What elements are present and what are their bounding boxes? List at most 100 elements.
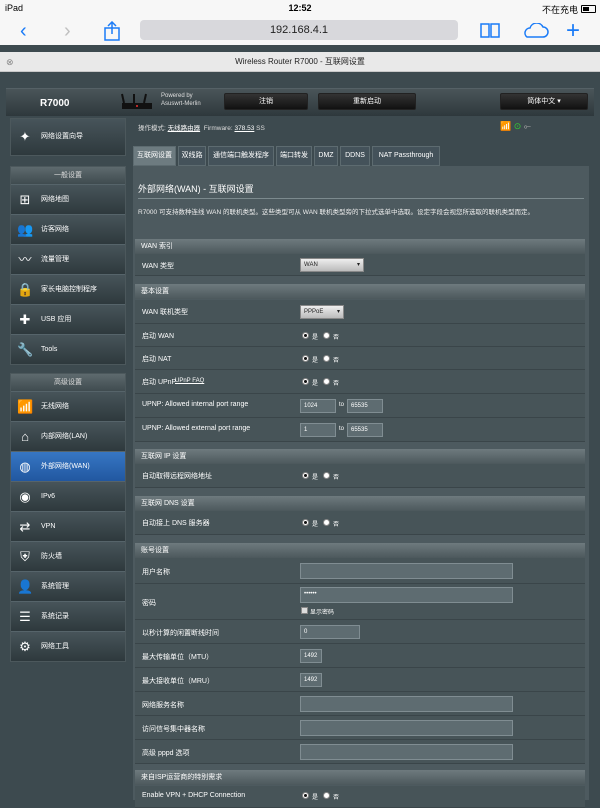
- idle-input[interactable]: 0: [300, 625, 360, 639]
- sidebar-item-tools[interactable]: 🔧 Tools: [11, 334, 125, 364]
- upnp-external-to-input[interactable]: 65535: [347, 423, 383, 437]
- logout-button[interactable]: 注销: [224, 93, 308, 110]
- puzzle-icon: ✚: [19, 312, 31, 327]
- enable-wan-row: 启动 WAN 是 否: [135, 324, 585, 347]
- sidebar-item-admin[interactable]: 👤 系统管理: [11, 571, 125, 601]
- shield-icon: ⛨: [20, 549, 30, 564]
- vpn-dhcp-yes-radio[interactable]: [302, 792, 309, 799]
- wifi-status-icon[interactable]: 📶: [500, 121, 511, 131]
- upnp-faq-link[interactable]: UPnP FAQ: [175, 378, 204, 384]
- wan-type-select[interactable]: WAN ▾: [300, 258, 364, 272]
- auto-dns-yes-radio[interactable]: [302, 519, 309, 526]
- ipv6-globe-icon: ◉: [19, 489, 31, 504]
- magic-wand-icon: ✦: [19, 129, 31, 144]
- auto-ip-yes-radio[interactable]: [302, 472, 309, 479]
- tab-dual-wan[interactable]: 双线路: [178, 146, 206, 166]
- upnp-external-row: UPNP: Allowed external port range 1 to 6…: [135, 418, 585, 442]
- language-select[interactable]: 简体中文 ▾: [500, 93, 588, 110]
- address-bar[interactable]: 192.168.4.1: [140, 20, 458, 40]
- enable-wan-no-radio[interactable]: [323, 332, 330, 339]
- advanced-settings-title: 高级设置: [11, 374, 125, 391]
- upnp-external-from-input[interactable]: 1: [300, 423, 336, 437]
- network-status-icon[interactable]: ⊙: [514, 121, 522, 131]
- router-header: R7000 Powered by Asuswrt-Merlin 注销 重新启动 简…: [6, 88, 594, 116]
- quick-setup-label: 网络设置向导: [41, 133, 83, 140]
- enable-upnp-yes-radio[interactable]: [302, 378, 309, 385]
- password-input[interactable]: ••••••: [300, 587, 513, 603]
- show-password-checkbox[interactable]: [301, 607, 308, 614]
- sidebar-item-network-tools[interactable]: ⚙ 网络工具: [11, 631, 125, 661]
- info-line: 操作模式: 无线路由器 Firmware: 378.53 SS: [138, 125, 265, 132]
- page-title: Wireless Router R7000 - 互联网设置: [235, 57, 365, 66]
- wan-index-header: WAN 索引: [135, 239, 585, 254]
- auto-ip-row: 自动取得远程网络地址 是 否: [135, 464, 585, 488]
- close-tab-icon[interactable]: ⊗: [6, 52, 14, 72]
- password-row: 密码 •••••• 显示密码: [135, 584, 585, 620]
- network-map-icon: ⊞: [19, 192, 31, 207]
- enable-nat-yes-radio[interactable]: [302, 355, 309, 362]
- sidebar-item-lan[interactable]: ⌂ 内部网络(LAN): [11, 421, 125, 451]
- pppd-row: 高级 pppd 选项: [135, 740, 585, 764]
- browser-toolbar: ‹ › 192.168.4.1 +: [0, 17, 600, 45]
- sidebar-item-guest-network[interactable]: 👥 访客网络: [11, 214, 125, 244]
- upnp-internal-from-input[interactable]: 1024: [300, 399, 336, 413]
- forward-icon[interactable]: ›: [64, 20, 71, 42]
- advanced-settings-menu: 高级设置 📶 无线网络 ⌂ 内部网络(LAN) ◍ 外部网络(WAN) ◉ IPv6 ⇄…: [10, 373, 126, 662]
- new-tab-icon[interactable]: +: [566, 19, 580, 43]
- tab-ddns[interactable]: DDNS: [340, 146, 370, 166]
- auto-dns-row: 自动接上 DNS 服务器 是 否: [135, 511, 585, 535]
- clock: 12:52: [288, 3, 312, 13]
- globe-icon: ◍: [19, 459, 31, 474]
- sidebar-item-wireless[interactable]: 📶 无线网络: [11, 391, 125, 421]
- share-icon[interactable]: [103, 21, 121, 41]
- vpn-dhcp-no-radio[interactable]: [323, 792, 330, 799]
- quick-setup-button[interactable]: ✦ 网络设置向导: [10, 118, 126, 156]
- powered-by: Powered by Asuswrt-Merlin: [161, 93, 201, 107]
- reboot-button[interactable]: 重新启动: [318, 93, 416, 110]
- home-icon: ⌂: [21, 429, 29, 444]
- mtu-input[interactable]: 1492: [300, 649, 322, 663]
- usb-status-icon[interactable]: ⟜: [524, 121, 531, 131]
- wrench-icon: 🔧: [17, 342, 34, 357]
- tab-port-forward[interactable]: 端口转发: [276, 146, 312, 166]
- firmware-link[interactable]: 378.53: [234, 125, 254, 132]
- isp-special-header: 来自ISP运营商的特别需求: [135, 770, 585, 785]
- auto-dns-no-radio[interactable]: [323, 519, 330, 526]
- auto-ip-no-radio[interactable]: [323, 472, 330, 479]
- sidebar-item-syslog[interactable]: ☰ 系统记录: [11, 601, 125, 631]
- tab-port-trigger[interactable]: 通信端口触发程序: [208, 146, 274, 166]
- tab-dmz[interactable]: DMZ: [314, 146, 338, 166]
- sidebar-item-parental[interactable]: 🔒 家长电脑控制程序: [11, 274, 125, 304]
- mru-input[interactable]: 1492: [300, 673, 322, 687]
- sidebar-item-vpn[interactable]: ⇄ VPN: [11, 511, 125, 541]
- sidebar-item-wan[interactable]: ◍ 外部网络(WAN): [11, 451, 125, 481]
- sidebar-item-firewall[interactable]: ⛨ 防火墙: [11, 541, 125, 571]
- sidebar-item-usb[interactable]: ✚ USB 应用: [11, 304, 125, 334]
- page-description: R7000 可支持数种连线 WAN 的联机类型。这些类型可从 WAN 联机类型旁…: [138, 209, 535, 216]
- username-row: 用户名称: [135, 558, 585, 584]
- enable-nat-no-radio[interactable]: [323, 355, 330, 362]
- sidebar-item-network-map[interactable]: ⊞ 网络地图: [11, 184, 125, 214]
- network-tools-icon: ⚙: [19, 639, 31, 654]
- bookmarks-icon[interactable]: [480, 22, 500, 38]
- battery-icon: [581, 5, 596, 13]
- tab-title-bar: ⊗ Wireless Router R7000 - 互联网设置: [0, 52, 600, 72]
- basic-settings-header: 基本设置: [135, 284, 585, 299]
- op-mode-link[interactable]: 无线路由器: [168, 125, 201, 132]
- ac-name-input[interactable]: [300, 720, 513, 736]
- wan-type-row: WAN 类型 WAN ▾: [135, 254, 585, 276]
- service-name-input[interactable]: [300, 696, 513, 712]
- back-icon[interactable]: ‹: [20, 20, 27, 42]
- tab-internet[interactable]: 互联网设置: [133, 146, 176, 166]
- enable-wan-yes-radio[interactable]: [302, 332, 309, 339]
- sidebar-item-ipv6[interactable]: ◉ IPv6: [11, 481, 125, 511]
- ac-name-row: 访问信号集中器名称: [135, 716, 585, 740]
- cloud-icon[interactable]: [521, 23, 549, 39]
- upnp-internal-to-input[interactable]: 65535: [347, 399, 383, 413]
- conn-type-select[interactable]: PPPoE ▾: [300, 305, 344, 319]
- tab-nat-passthrough[interactable]: NAT Passthrough: [372, 146, 440, 166]
- username-input[interactable]: [300, 563, 513, 579]
- enable-upnp-no-radio[interactable]: [323, 378, 330, 385]
- sidebar-item-traffic[interactable]: 〰流量管理: [11, 244, 125, 274]
- pppd-input[interactable]: [300, 744, 513, 760]
